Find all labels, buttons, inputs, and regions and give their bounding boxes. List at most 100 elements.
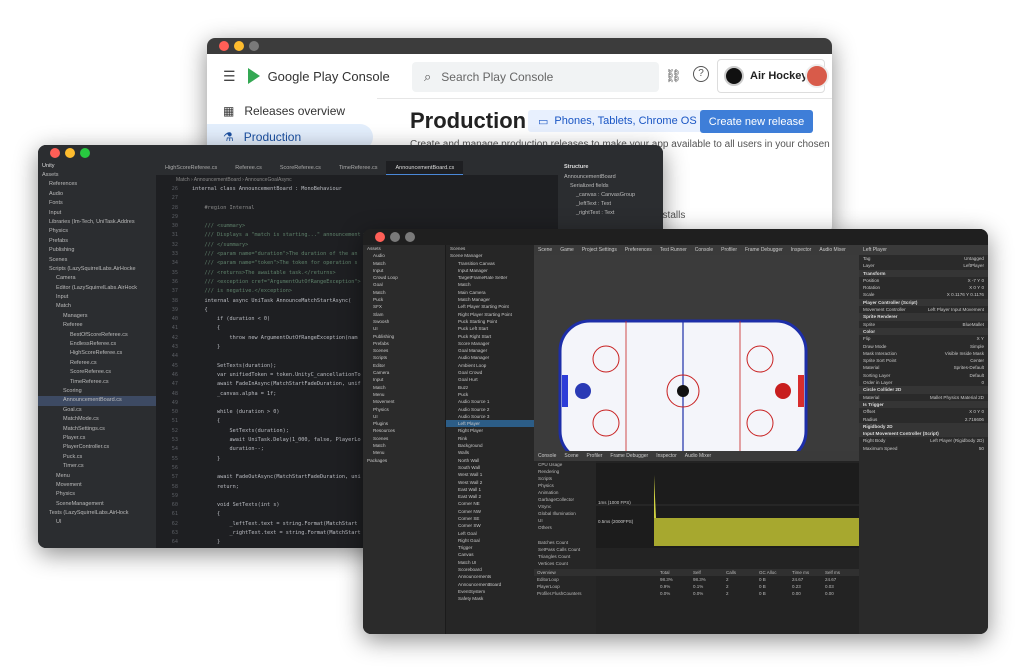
- profiler-module[interactable]: Animation: [534, 489, 596, 496]
- tree-item[interactable]: Puck.cs: [38, 453, 156, 462]
- tree-item[interactable]: Physics: [38, 490, 156, 499]
- project-item[interactable]: Menu: [363, 449, 445, 456]
- inspector-row[interactable]: Layer LeftPlayer: [859, 262, 988, 269]
- inspector-row[interactable]: Rigidbody 2D: [859, 422, 988, 431]
- hierarchy-item[interactable]: Match UI: [446, 559, 535, 566]
- hierarchy-item[interactable]: Audio Manager: [446, 354, 535, 361]
- hierarchy-item[interactable]: Audio Source 1: [446, 398, 535, 405]
- scene-tab[interactable]: Audio Mixer: [819, 247, 845, 253]
- hierarchy-item[interactable]: Corner SE: [446, 515, 535, 522]
- inspector-row[interactable]: Mask Interaction Visible Inside Mask: [859, 350, 988, 357]
- profiler-module[interactable]: CPU Usage: [534, 461, 596, 468]
- column-header[interactable]: Self ms: [822, 569, 855, 576]
- profiler-module[interactable]: Scripts: [534, 475, 596, 482]
- inspector-row[interactable]: Material Mallet Physics Material 2D: [859, 394, 988, 401]
- hierarchy-item[interactable]: West Wall 1: [446, 471, 535, 478]
- table-row[interactable]: EditorLoop 98.3% 98.3% 2 0 B 24.67 24.67: [534, 576, 859, 583]
- hierarchy-item[interactable]: Goal Crowd: [446, 369, 535, 376]
- search-input[interactable]: ⌕ Search Play Console: [412, 62, 659, 92]
- tree-item[interactable]: Input: [38, 209, 156, 218]
- hierarchy-item[interactable]: Puck Starting Point: [446, 318, 535, 325]
- project-item[interactable]: Match: [363, 442, 445, 449]
- project-item[interactable]: Input: [363, 267, 445, 274]
- tree-item[interactable]: Libraries (Im-Tech, UniTask.Addres: [38, 218, 156, 227]
- profiler-module[interactable]: Others: [534, 524, 596, 531]
- project-item[interactable]: UI: [363, 413, 445, 420]
- scene-tab[interactable]: Inspector: [791, 247, 812, 253]
- hierarchy-item[interactable]: EventSystem: [446, 588, 535, 595]
- tree-item[interactable]: References: [38, 180, 156, 189]
- tree-item[interactable]: MatchMode.cs: [38, 415, 156, 424]
- hierarchy-item[interactable]: Audio Source 2: [446, 406, 535, 413]
- device-filter-chip[interactable]: ▭ Phones, Tablets, Chrome OS ▾: [528, 110, 719, 132]
- project-item[interactable]: Publishing: [363, 333, 445, 340]
- editor-tab[interactable]: Referee.cs: [226, 161, 271, 175]
- hierarchy-item[interactable]: Goal Manager: [446, 347, 535, 354]
- console-tab[interactable]: Console: [538, 453, 556, 459]
- hierarchy-item[interactable]: Left Player: [446, 420, 535, 428]
- project-item[interactable]: SFX: [363, 303, 445, 310]
- tree-item[interactable]: AnnouncementBoard.cs: [38, 396, 156, 406]
- tree-item[interactable]: HighScoreReferee.cs: [38, 349, 156, 358]
- avatar[interactable]: [805, 64, 829, 88]
- minimize-window-button[interactable]: [390, 232, 400, 242]
- tree-item[interactable]: TimeReferee.cs: [38, 378, 156, 387]
- structure-item[interactable]: Serialized fields: [558, 182, 663, 191]
- hierarchy-item[interactable]: Puck: [446, 391, 535, 398]
- scene-tab[interactable]: Project Settings: [582, 247, 617, 253]
- editor-tab[interactable]: AnnouncementBoard.cs: [386, 161, 464, 175]
- tree-item[interactable]: Fonts: [38, 199, 156, 208]
- inspector-row[interactable]: Right Body Left Player (Rigidbody 2D): [859, 437, 988, 444]
- console-tab[interactable]: Inspector: [656, 453, 677, 459]
- project-item[interactable]: Scripts: [363, 354, 445, 361]
- inspector-row[interactable]: Flip X Y: [859, 335, 988, 342]
- minimize-window-button[interactable]: [65, 148, 75, 158]
- hierarchy-item[interactable]: Main Camera: [446, 289, 535, 296]
- project-item[interactable]: Scenes: [363, 347, 445, 354]
- tree-item[interactable]: PlayerController.cs: [38, 443, 156, 452]
- project-item[interactable]: Crowd Loop: [363, 274, 445, 281]
- scene-tab[interactable]: Frame Debugger: [745, 247, 783, 253]
- column-header[interactable]: GC Alloc: [756, 569, 789, 576]
- hierarchy-item[interactable]: Corner NW: [446, 508, 535, 515]
- hierarchy-item[interactable]: Corner SW: [446, 522, 535, 529]
- link-icon[interactable]: ⛓: [665, 68, 682, 84]
- inspector-row[interactable]: Tag Untagged: [859, 255, 988, 262]
- close-window-button[interactable]: [375, 232, 385, 242]
- project-item[interactable]: Plugins: [363, 420, 445, 427]
- tree-item[interactable]: SceneManagement: [38, 500, 156, 509]
- column-header[interactable]: Calls: [723, 569, 756, 576]
- tree-item[interactable]: Match: [38, 302, 156, 311]
- hierarchy-item[interactable]: AnnouncementBoard: [446, 581, 535, 588]
- inspector-row[interactable]: Player Controller (Script): [859, 298, 988, 307]
- tree-item[interactable]: BestOfScoreReferee.cs: [38, 331, 156, 340]
- inspector-row[interactable]: Sprite BlueMallet: [859, 321, 988, 328]
- tree-item[interactable]: Tests (LazySquirrelLabs.AirHock: [38, 509, 156, 518]
- scene-tab[interactable]: Scene: [538, 247, 552, 253]
- hierarchy-item[interactable]: North Wall: [446, 457, 535, 464]
- hierarchy-item[interactable]: Right Player Starting Point: [446, 311, 535, 318]
- hierarchy-item[interactable]: Canvas: [446, 551, 535, 558]
- zoom-window-button[interactable]: [405, 232, 415, 242]
- tree-item[interactable]: Movement: [38, 481, 156, 490]
- hierarchy-item[interactable]: Announcements: [446, 573, 535, 580]
- profiler-module[interactable]: UI: [534, 517, 596, 524]
- hierarchy-item[interactable]: Rink: [446, 435, 535, 442]
- tree-item[interactable]: Camera: [38, 274, 156, 283]
- project-item[interactable]: Resources: [363, 427, 445, 434]
- project-item[interactable]: Puck: [363, 296, 445, 303]
- tree-item[interactable]: Input: [38, 293, 156, 302]
- project-item[interactable]: Match: [363, 260, 445, 267]
- project-item[interactable]: Input: [363, 376, 445, 383]
- console-tab[interactable]: Audio Mixer: [685, 453, 711, 459]
- column-header[interactable]: Overview: [534, 569, 657, 576]
- project-item[interactable]: Physics: [363, 406, 445, 413]
- hierarchy-item[interactable]: Right Goal: [446, 537, 535, 544]
- inspector-row[interactable]: Movement Controller Left Player Input Mov…: [859, 306, 988, 313]
- profiler-module[interactable]: Rendering: [534, 468, 596, 475]
- tree-item[interactable]: Scoring: [38, 387, 156, 396]
- hierarchy-item[interactable]: Right Player: [446, 427, 535, 434]
- editor-tab[interactable]: TimeReferee.cs: [330, 161, 387, 175]
- inspector-row[interactable]: Scale X 0.1176 Y 0.1176: [859, 291, 988, 298]
- hierarchy-item[interactable]: Background: [446, 442, 535, 449]
